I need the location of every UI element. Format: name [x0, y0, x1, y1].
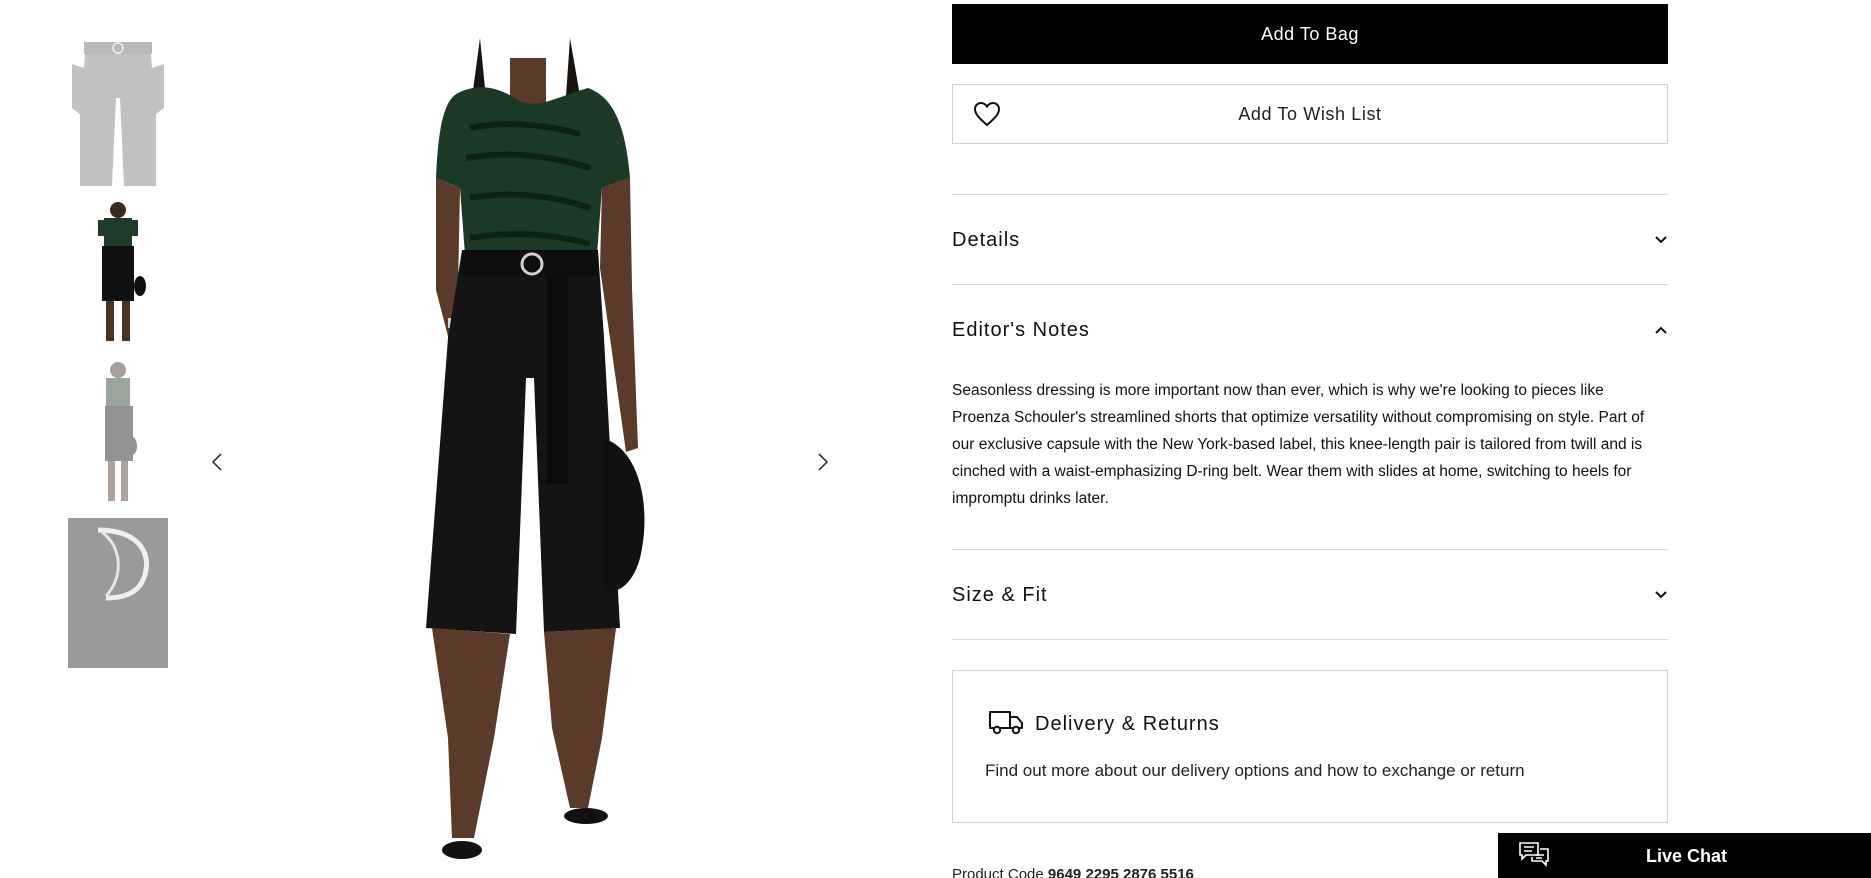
- truck-icon: [989, 711, 1023, 735]
- chevron-right-icon: [818, 453, 829, 471]
- add-to-bag-label: Add To Bag: [1261, 23, 1359, 44]
- divider: [952, 549, 1668, 550]
- product-code: Product Code 9649 2295 2876 5516: [952, 866, 1194, 878]
- accordion-details-title: Details: [952, 228, 1021, 251]
- delivery-returns-title: Delivery & Returns: [1035, 713, 1220, 735]
- product-code-value: 9649 2295 2876 5516: [1047, 866, 1194, 878]
- main-product-image: [340, 38, 700, 878]
- add-to-bag-button[interactable]: Add To Bag: [952, 4, 1668, 64]
- accordion-details-header[interactable]: Details: [952, 220, 1668, 260]
- carousel-prev-button[interactable]: [205, 448, 229, 476]
- chevron-up-icon: [1655, 326, 1667, 334]
- divider: [952, 194, 1668, 195]
- delivery-returns-panel[interactable]: Delivery & Returns Find out more about o…: [952, 670, 1668, 823]
- accordion-size-fit-header[interactable]: Size & Fit: [952, 575, 1668, 615]
- divider: [952, 284, 1668, 285]
- thumbnail-list: [68, 38, 168, 678]
- add-to-wishlist-button[interactable]: Add To Wish List: [952, 84, 1668, 144]
- thumbnail-1[interactable]: [68, 38, 168, 188]
- shorts-flat-image: [72, 42, 164, 186]
- thumbnail-3[interactable]: [68, 358, 168, 508]
- thumbnail-2[interactable]: [68, 198, 168, 348]
- carousel-next-button[interactable]: [811, 448, 835, 476]
- chevron-down-icon: [1655, 236, 1667, 244]
- chevron-down-icon: [1655, 591, 1667, 599]
- accordion-editors-notes-header[interactable]: Editor's Notes: [952, 310, 1668, 350]
- model-side-image: [105, 362, 137, 501]
- chat-bubbles-icon: [1519, 842, 1549, 867]
- divider: [952, 639, 1668, 640]
- live-chat-button[interactable]: Live Chat: [1498, 833, 1871, 878]
- accordion-editors-notes-title: Editor's Notes: [952, 318, 1090, 341]
- product-code-label: Product Code: [952, 866, 1044, 878]
- editors-notes-body: Seasonless dressing is more important no…: [952, 382, 1645, 507]
- add-to-wishlist-label: Add To Wish List: [1238, 103, 1382, 124]
- live-chat-label: Live Chat: [1646, 846, 1728, 866]
- thumbnail-4[interactable]: [68, 518, 168, 668]
- heart-icon: [973, 101, 1001, 127]
- model-front-image: [98, 202, 146, 341]
- delivery-returns-text: Find out more about our delivery options…: [985, 761, 1525, 780]
- accordion-size-fit-title: Size & Fit: [952, 583, 1048, 606]
- d-ring-detail-image: [68, 518, 168, 668]
- chevron-left-icon: [211, 453, 222, 471]
